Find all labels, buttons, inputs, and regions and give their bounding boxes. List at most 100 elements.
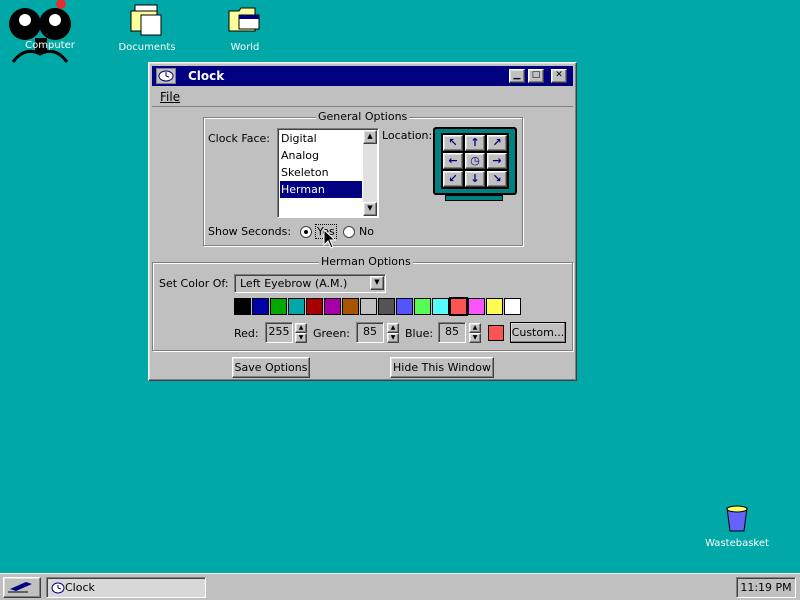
increment-button[interactable]: ▲ <box>295 323 307 333</box>
location-top-left-button[interactable]: ↖ <box>443 135 463 151</box>
arrow-down-icon: ▼ <box>390 334 396 341</box>
clock-window: Clock ▁ □ ✕ File General Options Clock F… <box>148 62 577 381</box>
blue-stepper[interactable]: ▲ ▼ <box>469 323 481 343</box>
close-icon: ✕ <box>555 70 563 80</box>
maximize-button[interactable]: □ <box>528 69 544 83</box>
arrow-right-icon: → <box>492 154 502 167</box>
save-options-button[interactable]: Save Options <box>232 357 310 378</box>
set-color-label: Set Color Of: <box>159 277 229 290</box>
location-right-button[interactable]: → <box>487 153 507 169</box>
show-seconds-label: Show Seconds: <box>208 225 292 238</box>
taskbar-clock-label: Clock <box>65 581 95 594</box>
color-swatch-selected[interactable] <box>449 297 468 316</box>
show-seconds-no-label[interactable]: No <box>359 225 374 238</box>
group-title: Herman Options <box>319 255 413 268</box>
increment-button[interactable]: ▲ <box>469 323 481 333</box>
arrow-up-icon: ▲ <box>472 324 478 331</box>
scroll-up-button[interactable]: ▲ <box>363 130 377 144</box>
color-swatch[interactable] <box>252 298 269 315</box>
desktop-icon-world[interactable]: World <box>205 3 285 53</box>
show-seconds-no-radio[interactable] <box>343 226 355 238</box>
listbox-scrollbar[interactable]: ▲ ▼ <box>363 130 377 216</box>
taskbar: Clock 11:19 PM <box>0 573 800 600</box>
color-swatch[interactable] <box>378 298 395 315</box>
decrement-button[interactable]: ▼ <box>469 333 481 343</box>
color-preview <box>488 325 504 341</box>
arrow-left-icon: ← <box>448 154 458 167</box>
scroll-down-button[interactable]: ▼ <box>363 202 377 216</box>
arrow-down-icon: ▼ <box>367 204 373 212</box>
desktop-icon-documents[interactable]: Documents <box>107 3 187 53</box>
color-swatch[interactable] <box>396 298 413 315</box>
color-swatch[interactable] <box>468 298 485 315</box>
dropdown-button[interactable]: ▼ <box>370 276 384 290</box>
blue-label: Blue: <box>405 327 434 340</box>
chevron-down-icon: ▼ <box>374 278 380 286</box>
green-stepper[interactable]: ▲ ▼ <box>387 323 399 343</box>
mouse-cursor-icon <box>323 229 337 249</box>
clock-app-icon[interactable] <box>156 68 176 84</box>
clock-app-icon <box>51 582 65 594</box>
minimize-icon: ▁ <box>513 70 521 80</box>
documents-icon <box>130 4 162 36</box>
set-color-dropdown[interactable]: Left Eyebrow (A.M.) ▼ <box>234 274 386 293</box>
clock-face-label: Clock Face: <box>208 132 270 145</box>
location-top-button[interactable]: ↑ <box>465 135 485 151</box>
monitor-stand <box>445 195 503 201</box>
location-center-button[interactable]: ◷ <box>465 153 485 169</box>
color-swatch[interactable] <box>414 298 431 315</box>
hide-window-label: Hide This Window <box>393 361 491 374</box>
location-monitor: ↖ ↑ ↗ ← ◷ → ↙ ↓ ↘ <box>433 127 517 203</box>
start-button[interactable] <box>3 577 41 598</box>
set-color-value: Left Eyebrow (A.M.) <box>240 277 348 290</box>
desktop-icon-label: Documents <box>118 42 176 53</box>
arrow-up-icon: ▲ <box>390 324 396 331</box>
list-item[interactable]: Digital <box>280 130 362 147</box>
taskbar-time[interactable]: 11:19 PM <box>736 577 796 598</box>
title-bar[interactable]: Clock ▁ □ ✕ <box>152 66 573 86</box>
red-stepper[interactable]: ▲ ▼ <box>295 323 307 343</box>
color-swatch[interactable] <box>234 298 251 315</box>
decrement-button[interactable]: ▼ <box>295 333 307 343</box>
desktop-icon-label: Wastebasket <box>705 538 769 549</box>
color-swatch[interactable] <box>324 298 341 315</box>
location-bottom-left-button[interactable]: ↙ <box>443 171 463 187</box>
color-swatch[interactable] <box>504 298 521 315</box>
desktop-icon-wastebasket[interactable]: Wastebasket <box>697 503 777 549</box>
color-swatch[interactable] <box>342 298 359 315</box>
monitor-bezel: ↖ ↑ ↗ ← ◷ → ↙ ↓ ↘ <box>433 127 517 195</box>
show-seconds-yes-radio[interactable] <box>300 226 312 238</box>
menu-file[interactable]: File <box>160 90 180 104</box>
increment-button[interactable]: ▲ <box>387 323 399 333</box>
arrow-up-icon: ↑ <box>470 136 480 149</box>
color-swatch[interactable] <box>486 298 503 315</box>
clock-face-listbox[interactable]: Digital Analog Skeleton Herman ▲ ▼ <box>277 128 379 218</box>
list-item[interactable]: Analog <box>280 147 362 164</box>
save-options-label: Save Options <box>234 361 308 374</box>
list-item-selected[interactable]: Herman <box>280 181 362 198</box>
taskbar-clock-button[interactable]: Clock <box>46 577 206 598</box>
color-swatch[interactable] <box>270 298 287 315</box>
list-item[interactable]: Skeleton <box>280 164 362 181</box>
blue-field[interactable]: 85 <box>438 322 466 343</box>
location-bottom-button[interactable]: ↓ <box>465 171 485 187</box>
color-swatch[interactable] <box>288 298 305 315</box>
menu-bar: File <box>152 87 573 107</box>
color-swatch[interactable] <box>306 298 323 315</box>
desktop-icon-computer[interactable]: Computer <box>2 0 82 69</box>
location-bottom-right-button[interactable]: ↘ <box>487 171 507 187</box>
location-top-right-button[interactable]: ↗ <box>487 135 507 151</box>
hide-window-button[interactable]: Hide This Window <box>390 357 494 378</box>
minimize-button[interactable]: ▁ <box>509 69 525 83</box>
close-button[interactable]: ✕ <box>551 69 567 83</box>
decrement-button[interactable]: ▼ <box>387 333 399 343</box>
color-swatch[interactable] <box>432 298 449 315</box>
green-label: Green: <box>313 327 351 340</box>
red-field[interactable]: 255 <box>265 322 293 343</box>
wastebasket-icon <box>726 505 748 532</box>
color-swatch[interactable] <box>360 298 377 315</box>
custom-color-button[interactable]: Custom... <box>510 322 566 343</box>
arrow-up-icon: ▲ <box>367 132 373 140</box>
green-field[interactable]: 85 <box>356 322 384 343</box>
location-left-button[interactable]: ← <box>443 153 463 169</box>
